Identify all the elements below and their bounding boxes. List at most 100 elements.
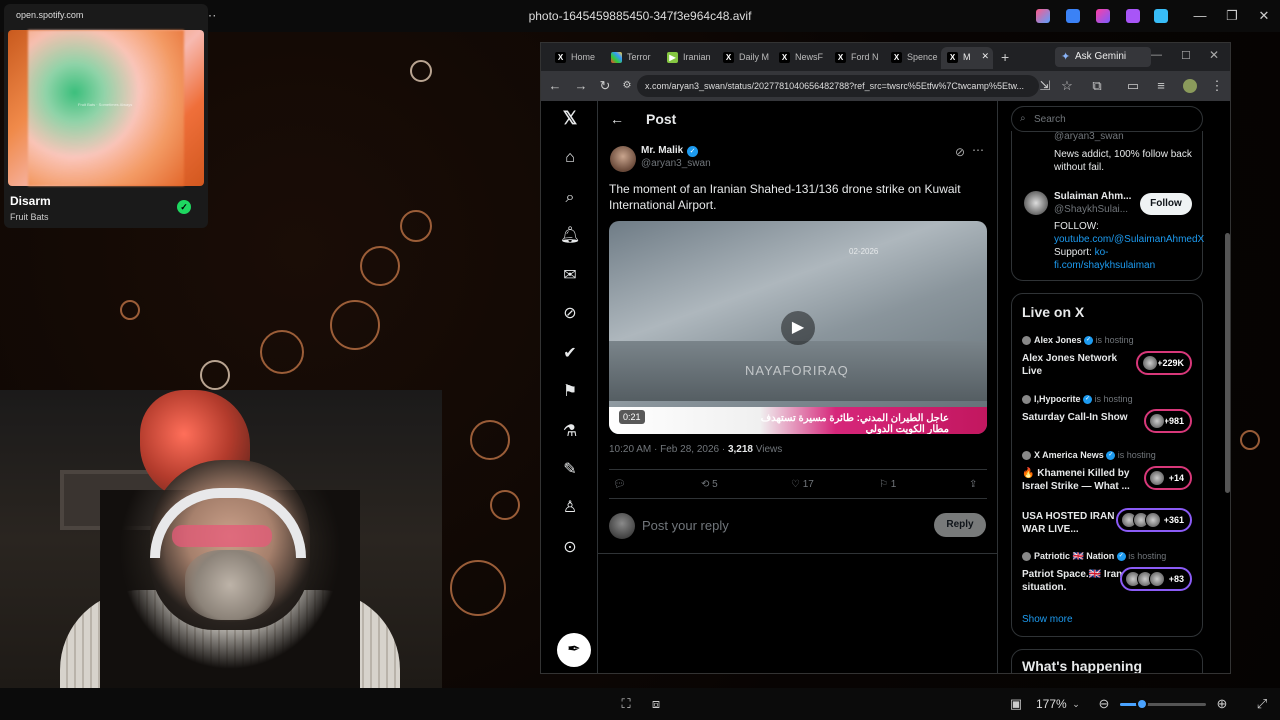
reply-button[interactable]: Reply [934,513,986,537]
close-button[interactable]: ✕ [1209,48,1219,62]
minimize-button[interactable]: — [1190,6,1210,26]
zoom-level[interactable]: 177% [1036,697,1067,711]
profile-avatar[interactable] [1183,79,1197,93]
crop-icon[interactable]: ⧈ [648,696,664,712]
pinwheel-icon [611,52,622,63]
tab-active[interactable]: X M ✕ [941,47,993,69]
app-icon[interactable] [1096,9,1110,23]
fit-icon[interactable]: ⛶ [618,696,634,712]
scrollbar-thumb[interactable] [1225,233,1230,493]
bookmark-star-icon[interactable]: ☆ [1059,78,1075,94]
back-icon[interactable]: ← [547,78,563,94]
like-button[interactable]: ♡ 17 [791,479,814,490]
forward-icon[interactable]: → [573,78,589,94]
post-video[interactable]: 02-2026 NAYAFORIRAQ ▶ عاجل الطيران المدن… [609,221,987,434]
fullscreen-icon[interactable]: ⤢ [1254,696,1270,712]
edit-icon[interactable] [1066,9,1080,23]
maximize-button[interactable]: ❐ [1222,6,1242,26]
jobs-icon[interactable]: ⚗ [559,421,581,443]
live-host[interactable]: X America News ✓ is hosting [1022,450,1156,461]
sidebar-icon[interactable]: ▭ [1125,78,1141,94]
live-host[interactable]: Patriotic 🇬🇧 Nation ✓ is hosting [1022,551,1166,562]
minimize-button[interactable]: — [1151,49,1162,61]
album-art[interactable]: Fruit Bats · Sometimes Always [8,30,204,186]
maximize-button[interactable]: ☐ [1181,49,1191,62]
articles-icon[interactable]: ✎ [559,459,581,481]
tab-spence[interactable]: X Spence [885,47,941,69]
liked-check-icon[interactable]: ✓ [177,200,191,214]
suggested-avatar[interactable] [1024,191,1048,215]
show-more-link[interactable]: Show more [1022,614,1073,625]
reload-icon[interactable]: ↻ [597,78,613,94]
premium-icon[interactable]: ✔ [559,343,581,365]
bookmarks-icon[interactable]: ⚑ [559,381,581,403]
follow-button[interactable]: Follow [1140,193,1192,215]
live-show-title[interactable]: 🔥 Khamenei Killed by Israel Strike — Wha… [1022,467,1130,493]
back-arrow-icon[interactable]: ← [610,111,624,127]
actual-size-icon[interactable]: ▣ [1008,696,1024,712]
live-listeners-pill[interactable]: +361 [1116,508,1192,532]
extensions-icon[interactable]: ⧉ [1089,78,1105,94]
cloud-icon[interactable] [1154,9,1168,23]
author-avatar[interactable] [610,146,636,172]
install-icon[interactable]: ⇲ [1037,78,1053,94]
messages-icon[interactable]: ✉ [559,265,581,287]
zoom-out-icon[interactable]: ⊖ [1096,696,1112,712]
search-input[interactable]: ⌕ Search [1011,106,1203,132]
live-show-title[interactable]: Patriot Space.🇬🇧 Iran situation. [1022,568,1130,594]
live-show-title[interactable]: USA HOSTED IRAN WAR LIVE... [1022,510,1130,536]
live-show-title[interactable]: Alex Jones Network Live [1022,352,1130,378]
site-info-icon[interactable]: ⚙ [619,78,635,94]
tab-terror[interactable]: Terror [605,47,661,69]
tab-daily[interactable]: X Daily M [717,47,773,69]
bio-link[interactable]: youtube.com/@SulaimanAhmedX [1054,234,1204,245]
tab-iranian[interactable]: ▶ Iranian [661,47,717,69]
app-icon[interactable] [1126,9,1140,23]
grok-icon[interactable]: ⊘ [559,303,581,325]
ask-gemini-button[interactable]: ✦ Ask Gemini [1055,47,1151,67]
more-circle-icon[interactable]: ⊙ [559,537,581,559]
live-listeners-pill[interactable]: +229K [1136,351,1192,375]
url-input[interactable]: x.com/aryan3_swan/status/202778104065648… [637,75,1039,97]
more-options-icon[interactable]: ⋯ [972,143,984,157]
new-tab-button[interactable]: + [1001,49,1009,65]
search-icon[interactable]: ⌕ [559,187,581,209]
app-icon[interactable] [1036,9,1050,23]
listener-count: +229K [1157,358,1184,368]
media-icon[interactable]: ≡ [1153,78,1169,94]
reply-input[interactable]: Post your reply [642,518,729,533]
close-button[interactable]: ✕ [1254,6,1274,26]
notifications-icon[interactable]: 🔔︎ [559,225,581,247]
live-listeners-pill[interactable]: +83 [1120,567,1192,591]
profile-icon[interactable]: ♙ [559,497,581,519]
x-logo-icon[interactable]: 𝕏 [559,107,581,129]
live-host[interactable]: Alex Jones ✓ is hosting [1022,335,1134,346]
reply-icon[interactable]: 💬︎ [613,479,626,490]
live-listeners-pill[interactable]: +981 [1144,409,1192,433]
compose-post-button[interactable]: ✒ [557,633,591,667]
views-label: Views [753,444,783,455]
zoom-slider-thumb[interactable] [1136,698,1148,710]
author-name[interactable]: Mr. Malik [641,145,683,156]
home-icon[interactable]: ⌂ [559,147,581,169]
play-icon[interactable]: ▶ [781,311,815,345]
live-show-title[interactable]: Saturday Call-In Show [1022,411,1130,424]
tab-ford[interactable]: X Ford N [829,47,885,69]
suggested-handle[interactable]: @aryan3_swan [1054,131,1124,142]
tab-newsf[interactable]: X NewsF [773,47,829,69]
close-tab-icon[interactable]: ✕ [981,51,989,62]
suggested-handle[interactable]: @ShaykhSulai... [1054,204,1128,215]
grok-explain-icon[interactable]: ⊘ [955,145,965,159]
live-listeners-pill[interactable]: +14 [1144,466,1192,490]
live-host[interactable]: I,Hypocrite ✓ is hosting [1022,394,1133,405]
author-handle[interactable]: @aryan3_swan [641,158,711,169]
zoom-in-icon[interactable]: ⊕ [1214,696,1230,712]
share-icon[interactable]: ⇪ [969,479,977,490]
repost-button[interactable]: ⟲ 5 [701,479,718,490]
chevron-down-icon[interactable]: ⌄ [1068,696,1084,712]
menu-icon[interactable]: ⋮ [1209,78,1225,94]
post-time[interactable]: 10:20 AM · Feb 28, 2026 · [609,444,728,455]
suggested-name[interactable]: Sulaiman Ahm... [1054,191,1131,202]
tab-home[interactable]: X Home [549,47,605,69]
bookmark-button[interactable]: ⚐ 1 [879,479,896,490]
